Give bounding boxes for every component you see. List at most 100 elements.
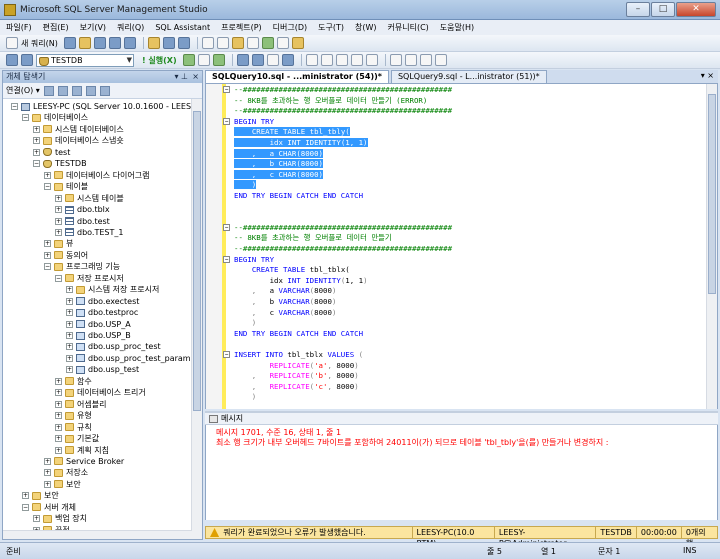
tree-node[interactable]: + dbo.testproc [66,307,138,318]
menu-help[interactable]: 도움말(H) [440,22,474,33]
collapse-icon[interactable]: − [33,160,40,168]
tree-node[interactable]: + dbo.exectest [66,296,139,307]
open-file-icon[interactable] [147,37,160,49]
tree-node[interactable]: − 서버 개체 [22,502,76,513]
expand-icon[interactable]: + [44,480,51,488]
expand-icon[interactable]: + [55,412,62,420]
code-line[interactable]: --######################################… [234,85,452,95]
results-to-text-icon[interactable] [335,54,348,66]
collapse-icon[interactable]: − [44,263,51,271]
editor-vertical-scrollbar[interactable] [706,84,717,409]
code-line[interactable]: -- 8KB를 초과하는 행 오버플로 데이터 만들기 [234,233,392,243]
connect-icon[interactable] [6,54,18,66]
query-designer-icon[interactable] [251,54,264,66]
expand-icon[interactable]: + [44,240,51,248]
expand-icon[interactable]: + [66,286,73,294]
tree-node[interactable]: + 백업 장치 [33,513,87,524]
expand-icon[interactable]: + [55,377,62,385]
code-line[interactable]: , c VARCHAR(8000) [234,308,337,318]
collapse-icon[interactable]: − [22,114,29,122]
menu-tools[interactable]: 도구(T) [318,22,344,33]
menu-file[interactable]: 파일(F) [6,22,32,33]
menu-project[interactable]: 프로젝트(P) [221,22,262,33]
tree-node[interactable]: − 프로그래밍 기능 [44,261,120,272]
code-line[interactable]: ) [234,318,256,328]
parse-icon[interactable] [212,54,225,66]
tree-node[interactable]: − LEESY-PC (SQL Server 10.0.1600 - LEESY-… [11,101,202,112]
database-select[interactable]: TESTDB ▼ [36,53,134,67]
tree-node[interactable]: + 유형 [55,410,92,421]
code-line[interactable]: END TRY BEGIN CATCH END CATCH [234,329,363,339]
activity-monitor-icon[interactable] [201,37,214,49]
code-area[interactable]: --######################################… [223,84,706,409]
code-line[interactable]: -- 8KB를 초과하는 행 오버플로 데이터 만들기 (ERROR) [234,96,427,106]
tree-node[interactable]: + 보안 [44,479,81,490]
tree-node[interactable]: + 뷰 [44,238,73,249]
expand-icon[interactable]: + [66,343,73,351]
collapse-icon[interactable]: − [11,103,18,110]
expand-icon[interactable]: + [55,206,62,214]
code-line[interactable]: CREATE TABLE tbl_tbly( [234,127,350,137]
collapse-icon[interactable]: − [44,183,51,191]
tree-node[interactable]: + dbo.test [55,216,110,227]
db-engine-query-icon[interactable] [63,37,76,49]
cancel-query-icon[interactable] [197,54,210,66]
client-statistics-icon[interactable] [320,54,333,66]
expand-icon[interactable]: + [55,217,62,225]
tree-node[interactable]: + 데이터베이스 트리거 [55,387,146,398]
code-line[interactable]: , b VARCHAR(8000) [234,297,337,307]
collapse-icon[interactable]: − [55,274,62,282]
tab-sqlquery10[interactable]: SQLQuery10.sql - ...ministrator (54))* [205,70,389,83]
object-explorer-icon[interactable] [231,37,244,49]
expand-icon[interactable]: + [55,446,62,454]
collapse-region-icon[interactable]: − [223,86,230,93]
code-line[interactable]: END TRY BEGIN CATCH END CATCH [234,191,363,201]
menu-view[interactable]: 보기(V) [80,22,106,33]
tree-node[interactable]: + dbo.USP_A [66,319,131,330]
expand-icon[interactable]: + [44,469,51,477]
menu-edit[interactable]: 편집(E) [43,22,69,33]
maximize-button[interactable]: □ [651,2,675,17]
collapse-region-icon[interactable]: − [223,117,230,125]
menu-query[interactable]: 쿼리(Q) [117,22,144,33]
code-line[interactable]: CREATE TABLE tbl_tblx( [234,265,350,275]
explorer-horizontal-scrollbar[interactable] [3,530,192,539]
scrollbar-thumb[interactable] [193,111,201,411]
tree-node[interactable]: + dbo.USP_B [66,330,131,341]
code-line[interactable]: --######################################… [234,106,452,116]
expand-icon[interactable]: + [44,251,51,259]
tree-node[interactable]: + 동의어 [44,250,88,261]
intellisense-icon[interactable] [281,54,294,66]
tree-node[interactable]: + 규칙 [55,422,92,433]
code-line[interactable]: idx INT IDENTITY(1, 1) [234,138,368,148]
code-line[interactable]: , c CHAR(8000) [234,169,324,180]
tree-node[interactable]: − 저장 프로시저 [55,273,124,284]
solution-explorer-icon[interactable] [291,37,304,49]
code-line[interactable]: , REPLICATE('c', 8000) [234,382,359,392]
code-line[interactable]: BEGIN TRY [234,255,274,265]
code-line[interactable]: BEGIN TRY [234,117,274,127]
expand-icon[interactable]: + [44,457,51,465]
expand-icon[interactable]: + [66,309,73,317]
tree-node[interactable]: + 시스템 저장 프로시저 [66,284,159,295]
expand-icon[interactable]: + [66,332,73,339]
tab-controls[interactable]: ▾ × [701,71,714,80]
query-editor[interactable]: --######################################… [205,84,718,409]
display-plan-icon[interactable] [236,54,249,66]
template-explorer-icon[interactable] [246,37,259,49]
tree-node[interactable]: + 데이터베이스 스냅숏 [33,135,124,146]
expand-icon[interactable]: + [66,320,73,328]
tree-node[interactable]: + 기본값 [55,433,99,444]
menu-debug[interactable]: 디버그(D) [273,22,307,33]
tab-sqlquery9[interactable]: SQLQuery9.sql - L...inistrator (51))* [390,70,547,83]
menu-community[interactable]: 커뮤니티(C) [388,22,429,33]
code-line[interactable]: --######################################… [234,244,452,254]
collapse-icon[interactable]: − [22,503,29,511]
new-query-button[interactable]: 새 쿼리(N) [21,38,58,49]
tree-node[interactable]: + test [33,147,70,158]
tree-node[interactable]: + 어셈블리 [55,399,106,410]
expand-icon[interactable]: + [66,297,73,305]
disconnect-icon[interactable] [57,85,68,96]
tree-node[interactable]: + 시스템 테이블 [55,193,124,204]
expand-icon[interactable]: + [55,389,62,397]
